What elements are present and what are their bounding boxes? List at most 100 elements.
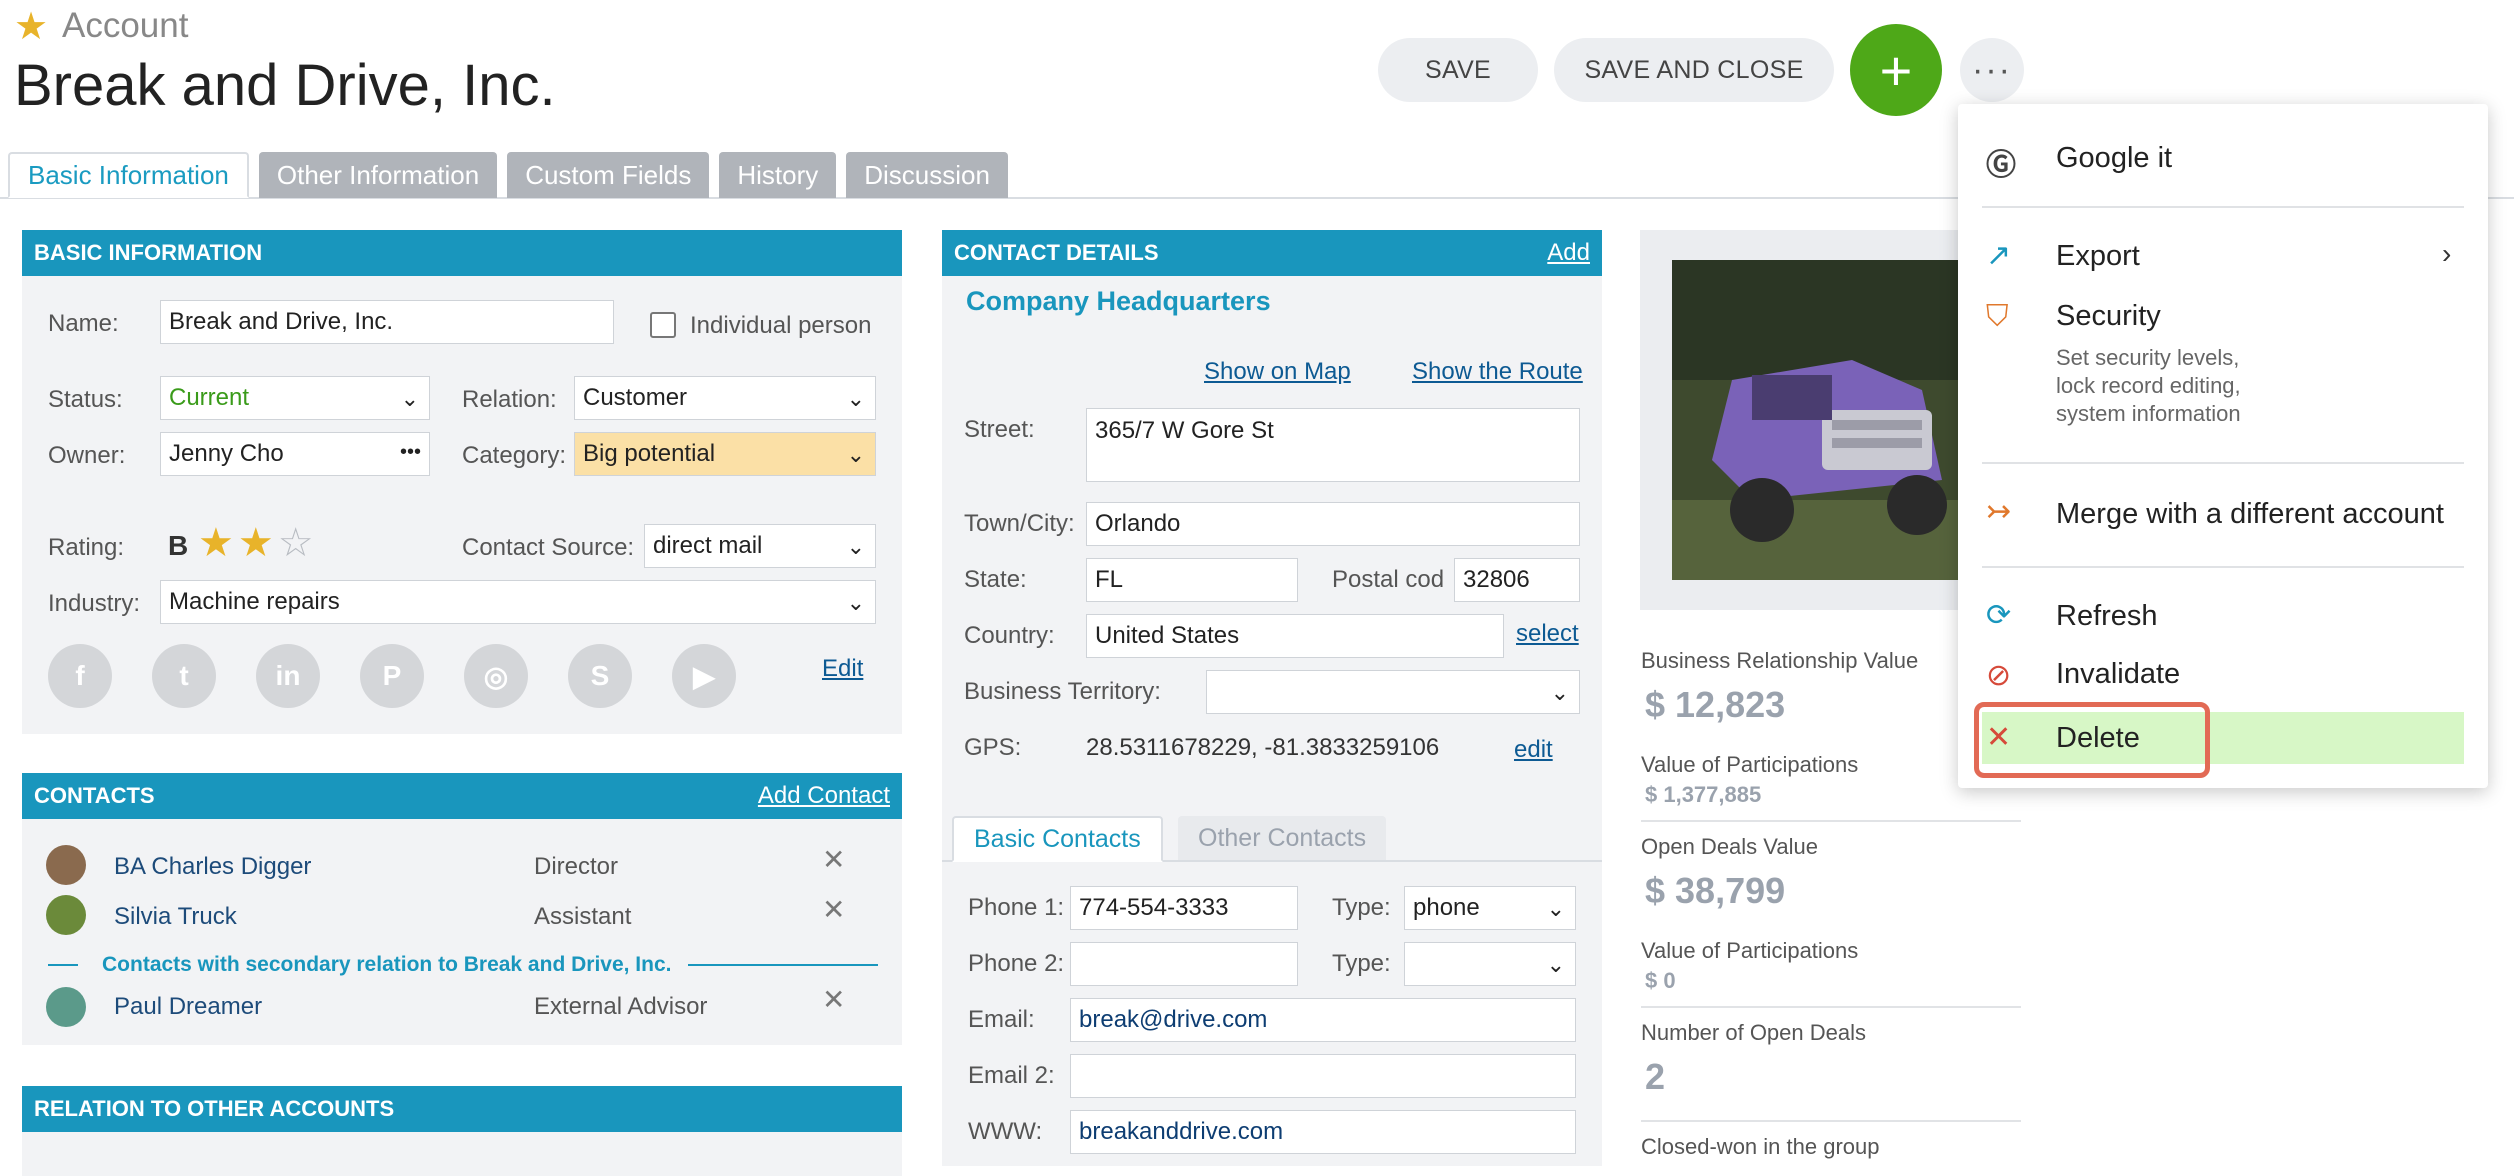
show-on-map-link[interactable]: Show on Map — [1204, 358, 1351, 386]
nod-label: Number of Open Deals — [1641, 1020, 1866, 1045]
email-input[interactable]: break@drive.com — [1070, 998, 1576, 1042]
panel-title: CONTACTS — [34, 783, 155, 808]
relation-select[interactable]: Customer ⌄ — [574, 376, 876, 420]
skype-icon[interactable]: S — [568, 644, 632, 708]
menu-item-invalidate[interactable]: ⊘ Invalidate — [1958, 646, 2488, 702]
panel-header: CONTACTS Add Contact — [22, 773, 902, 819]
account-photo[interactable] — [1672, 260, 1992, 580]
name-input[interactable]: Break and Drive, Inc. — [160, 300, 614, 344]
category-select[interactable]: Big potential ⌄ — [574, 432, 876, 476]
contacts-panel: CONTACTS Add Contact BA Charles Digger D… — [22, 773, 902, 1045]
select-country-link[interactable]: select — [1516, 620, 1579, 648]
show-route-link[interactable]: Show the Route — [1412, 358, 1583, 386]
menu-item-merge[interactable]: ↣ Merge with a different account — [1958, 484, 2488, 544]
remove-contact-icon[interactable]: ✕ — [822, 843, 845, 876]
menu-item-label: Refresh — [2056, 600, 2158, 632]
save-button[interactable]: SAVE — [1378, 38, 1538, 102]
contact-source-select[interactable]: direct mail ⌄ — [644, 524, 876, 568]
tab-other-information[interactable]: Other Information — [258, 152, 498, 198]
twitter-icon[interactable]: t — [152, 644, 216, 708]
secondary-divider-right — [688, 964, 878, 966]
town-input[interactable]: Orlando — [1086, 502, 1580, 546]
stat-separator — [1641, 1120, 2021, 1122]
territory-select[interactable]: ⌄ — [1206, 670, 1580, 714]
tab-discussion[interactable]: Discussion — [846, 152, 1008, 198]
stat-separator — [1641, 820, 2021, 822]
menu-item-export[interactable]: ↗ Export › — [1958, 228, 2488, 288]
linkedin-icon[interactable]: in — [256, 644, 320, 708]
category-label: Category: — [462, 442, 567, 469]
owner-label: Owner: — [48, 442, 126, 469]
favorite-star-icon[interactable]: ★ — [14, 8, 48, 46]
edit-social-link[interactable]: Edit — [822, 655, 863, 683]
merge-icon: ↣ — [1986, 495, 2012, 528]
add-contact-detail-link[interactable]: Add — [1547, 239, 1590, 267]
panel-header: RELATION TO OTHER ACCOUNTS — [22, 1086, 902, 1132]
country-input[interactable]: United States — [1086, 614, 1504, 658]
phone1-input[interactable]: 774-554-3333 — [1070, 886, 1298, 930]
postal-input[interactable]: 32806 — [1454, 558, 1580, 602]
relation-value: Customer — [583, 384, 688, 411]
individual-person-label: Individual person — [690, 312, 872, 339]
avatar — [46, 895, 86, 935]
tab-custom-fields[interactable]: Custom Fields — [507, 152, 710, 198]
industry-select[interactable]: Machine repairs ⌄ — [160, 580, 876, 624]
instagram-icon[interactable]: ◎ — [464, 644, 528, 708]
youtube-icon[interactable]: ▶ — [672, 644, 736, 708]
panel-header: BASIC INFORMATION — [22, 230, 902, 276]
type2-select[interactable]: ⌄ — [1404, 942, 1576, 986]
www-label: WWW: — [968, 1118, 1043, 1145]
remove-contact-icon[interactable]: ✕ — [822, 983, 845, 1016]
tab-basic-information[interactable]: Basic Information — [8, 152, 249, 198]
relation-label: Relation: — [462, 386, 557, 413]
gps-edit-link[interactable]: edit — [1514, 736, 1553, 764]
phone2-input[interactable] — [1070, 942, 1298, 986]
menu-separator — [1982, 566, 2464, 568]
save-and-close-button[interactable]: SAVE AND CLOSE — [1554, 38, 1834, 102]
gps-label: GPS: — [964, 734, 1022, 761]
pinterest-icon[interactable]: P — [360, 644, 424, 708]
odv-value: $ 38,799 — [1645, 870, 1786, 911]
location-title: Company Headquarters — [966, 286, 1271, 316]
subtab-basic-contacts[interactable]: Basic Contacts — [952, 816, 1163, 862]
contact-name[interactable]: BA Charles Digger — [114, 853, 311, 881]
remove-contact-icon[interactable]: ✕ — [822, 893, 845, 926]
country-label: Country: — [964, 622, 1055, 649]
subtab-other-contacts[interactable]: Other Contacts — [1178, 816, 1387, 860]
rating-stars[interactable]: ★★☆ — [198, 520, 318, 566]
contact-name[interactable]: Paul Dreamer — [114, 993, 262, 1021]
facebook-icon[interactable]: f — [48, 644, 112, 708]
add-contact-link[interactable]: Add Contact — [758, 782, 890, 810]
www-input[interactable]: breakanddrive.com — [1070, 1110, 1576, 1154]
email-label: Email: — [968, 1006, 1035, 1033]
owner-more-icon[interactable]: ••• — [400, 441, 421, 464]
menu-item-google-it[interactable]: Ⓖ Google it — [1958, 124, 2488, 194]
menu-separator — [1982, 462, 2464, 464]
owner-input[interactable]: Jenny Cho ••• — [160, 432, 430, 476]
individual-person-checkbox[interactable] — [650, 312, 676, 338]
state-input[interactable]: FL — [1086, 558, 1298, 602]
panel-title: RELATION TO OTHER ACCOUNTS — [34, 1096, 395, 1121]
star-filled-icon[interactable]: ★ — [198, 521, 238, 565]
chevron-right-icon: › — [2442, 238, 2452, 269]
contact-role: Assistant — [534, 903, 632, 930]
star-empty-icon[interactable]: ☆ — [278, 521, 318, 565]
email2-input[interactable] — [1070, 1054, 1576, 1098]
tab-history[interactable]: History — [719, 152, 837, 198]
street-input[interactable]: 365/7 W Gore St — [1086, 408, 1580, 482]
more-options-button[interactable]: ··· — [1960, 38, 2024, 102]
menu-item-label: Google it — [2056, 142, 2173, 174]
chevron-down-icon: ⌄ — [846, 534, 865, 559]
phone1-label: Phone 1: — [968, 894, 1065, 921]
tab-bar: Basic Information Other Information Cust… — [8, 152, 1008, 198]
add-new-button[interactable]: + — [1850, 24, 1942, 116]
contact-name[interactable]: Silvia Truck — [114, 903, 237, 931]
star-filled-icon[interactable]: ★ — [238, 521, 278, 565]
category-value: Big potential — [583, 440, 716, 467]
status-select[interactable]: Current ⌄ — [160, 376, 430, 420]
rating-grade: B — [168, 530, 189, 561]
type1-select[interactable]: phone ⌄ — [1404, 886, 1576, 930]
status-label: Status: — [48, 386, 123, 413]
menu-item-refresh[interactable]: ⟳ Refresh — [1958, 588, 2488, 644]
chevron-down-icon: ⌄ — [846, 386, 865, 411]
